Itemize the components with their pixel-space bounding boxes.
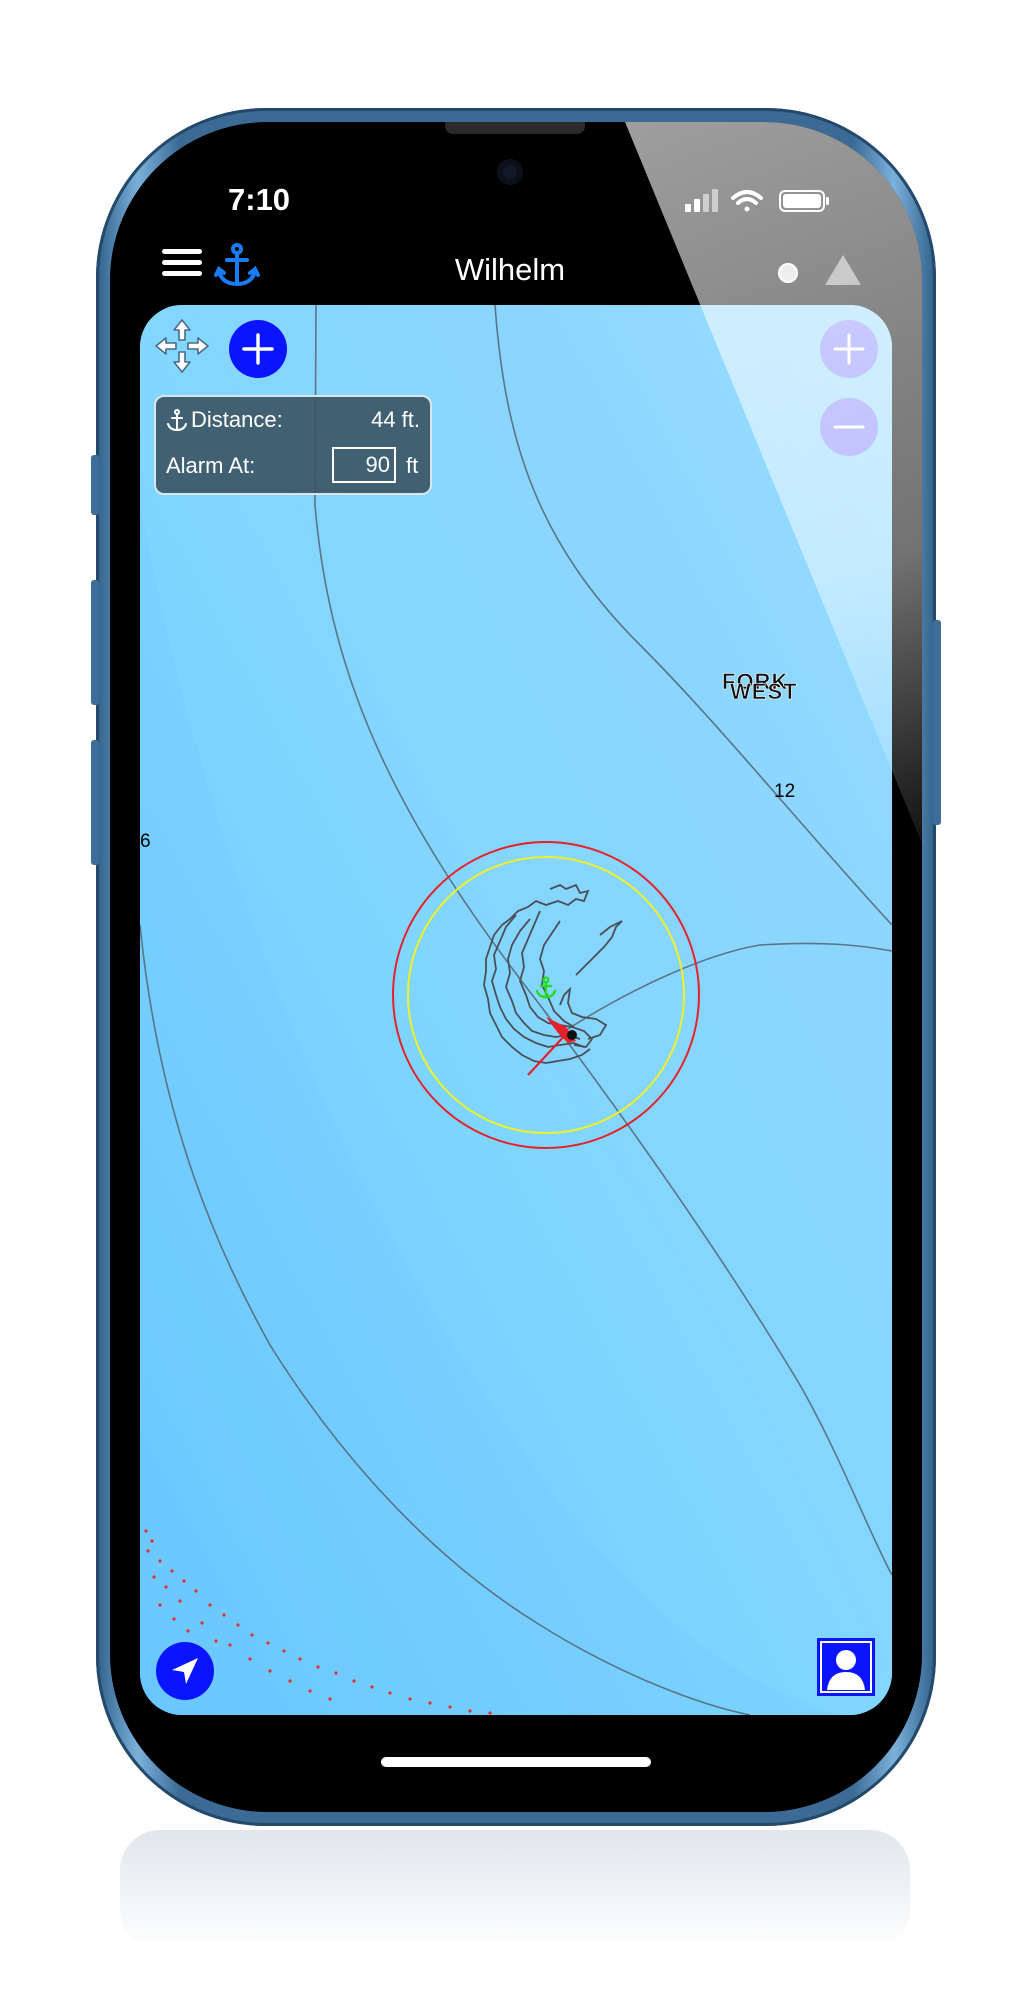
phone-reflection bbox=[120, 1830, 910, 1950]
location-arrow-icon bbox=[172, 1658, 198, 1684]
alarm-label: Alarm At: bbox=[166, 453, 256, 478]
plus-icon bbox=[833, 333, 865, 365]
wifi-icon bbox=[731, 190, 763, 212]
minus-icon bbox=[833, 425, 865, 429]
anchor-icon bbox=[214, 243, 260, 287]
speaker-grille bbox=[445, 122, 585, 134]
alert-button[interactable] bbox=[823, 252, 863, 293]
locate-button[interactable] bbox=[156, 1642, 214, 1700]
zoom-out-button[interactable] bbox=[820, 398, 878, 456]
move-map-button[interactable] bbox=[154, 318, 210, 379]
battery-icon bbox=[779, 190, 829, 212]
home-indicator[interactable] bbox=[381, 1757, 651, 1767]
signal-icon bbox=[685, 189, 718, 212]
person-icon bbox=[820, 1641, 872, 1693]
add-anchor-button[interactable] bbox=[229, 320, 287, 378]
side-button-silent bbox=[91, 455, 99, 515]
distance-row: Distance: 44 ft. bbox=[166, 407, 420, 437]
depth-label-12: 12 bbox=[774, 781, 796, 802]
gps-status-dot bbox=[778, 263, 798, 283]
menu-button[interactable] bbox=[162, 249, 202, 281]
move-arrows-icon bbox=[155, 319, 209, 373]
status-icons bbox=[685, 186, 835, 221]
front-camera bbox=[497, 159, 523, 185]
anchor-info-panel: Distance: 44 ft. Alarm At: 90 ft bbox=[154, 395, 432, 495]
boat-name-title: Wilhelm bbox=[454, 252, 566, 287]
distance-value: 44 ft. bbox=[371, 407, 420, 432]
distance-label: Distance: bbox=[191, 407, 283, 432]
anchor-mode-button[interactable] bbox=[213, 242, 261, 295]
alarm-distance-input[interactable]: 90 bbox=[332, 447, 396, 483]
alarm-unit: ft bbox=[406, 453, 419, 478]
alarm-row: Alarm At: 90 ft bbox=[166, 447, 420, 483]
anchor-icon bbox=[167, 409, 187, 432]
phone-screen: 7:10 Wilhelm FORK WEST 12 6 Distance: 44… bbox=[110, 122, 922, 1812]
side-button-volume-up bbox=[91, 580, 99, 705]
place-label-west: WEST bbox=[730, 679, 798, 705]
zoom-in-button[interactable] bbox=[820, 320, 878, 378]
side-button-volume-down bbox=[91, 740, 99, 865]
warning-icon bbox=[825, 255, 861, 285]
plus-icon bbox=[242, 333, 274, 365]
chart-map[interactable]: FORK WEST 12 6 Distance: 44 ft. Alarm At… bbox=[140, 305, 892, 1715]
map-canvas bbox=[140, 305, 892, 1715]
profile-button[interactable] bbox=[817, 1638, 875, 1696]
side-button-power bbox=[933, 620, 941, 825]
status-time: 7:10 bbox=[228, 182, 291, 217]
hamburger-icon bbox=[162, 249, 202, 254]
depth-label-6: 6 bbox=[140, 831, 151, 852]
